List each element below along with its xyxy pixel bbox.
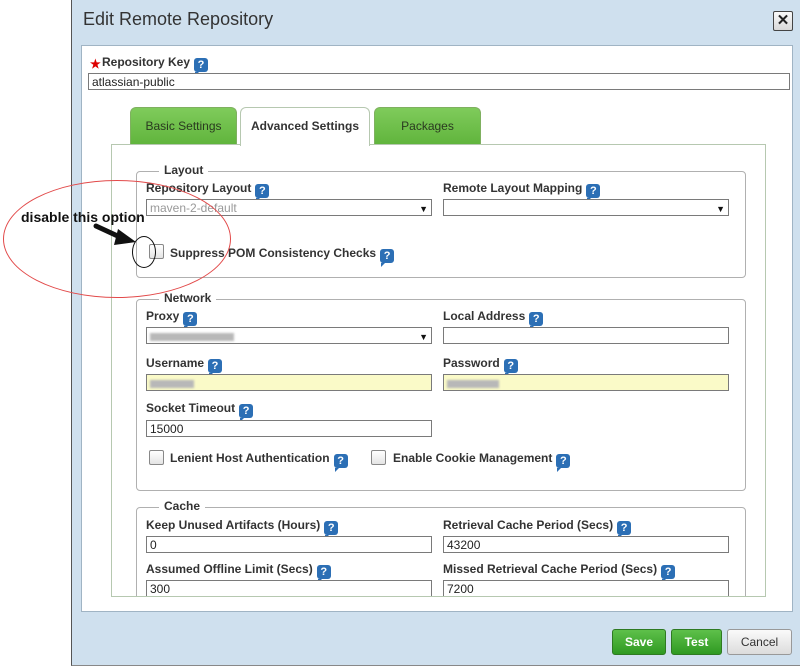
username-label: Username? [146, 356, 223, 377]
local-address-label-text: Local Address [443, 309, 526, 323]
lenient-host-auth-label: Lenient Host Authentication? [170, 451, 348, 472]
help-icon[interactable]: ? [529, 312, 544, 330]
help-icon[interactable]: ? [617, 521, 632, 539]
help-icon[interactable]: ? [239, 404, 254, 422]
local-address-label: Local Address? [443, 309, 544, 330]
required-icon: ★ [90, 57, 101, 71]
assumed-offline-input[interactable]: 300 [146, 580, 432, 596]
help-icon[interactable]: ? [324, 521, 339, 539]
socket-timeout-label: Socket Timeout? [146, 401, 254, 422]
help-icon[interactable]: ? [586, 184, 601, 202]
help-icon[interactable]: ? [556, 454, 571, 472]
chevron-down-icon: ▼ [419, 332, 428, 342]
password-label-text: Password [443, 356, 500, 370]
password-input[interactable] [443, 374, 729, 391]
network-fieldset: Network Proxy? ▼ Local Address? Username… [136, 291, 746, 491]
enable-cookie-label: Enable Cookie Management? [393, 451, 571, 472]
help-icon[interactable]: ? [333, 454, 348, 472]
lenient-host-auth-label-text: Lenient Host Authentication [170, 451, 330, 465]
retrieval-cache-label: Retrieval Cache Period (Secs)? [443, 518, 632, 539]
help-icon[interactable]: ? [183, 312, 198, 330]
network-legend: Network [159, 291, 217, 305]
socket-timeout-label-text: Socket Timeout [146, 401, 236, 415]
proxy-select[interactable]: ▼ [146, 327, 432, 344]
socket-timeout-input[interactable]: 15000 [146, 420, 432, 437]
repository-key-label-text: Repository Key [102, 55, 191, 69]
chevron-down-icon: ▼ [419, 204, 428, 214]
repository-key-label: Repository Key? [102, 55, 209, 76]
layout-legend: Layout [159, 163, 209, 177]
proxy-value-redacted [150, 332, 234, 341]
enable-cookie-label-text: Enable Cookie Management [393, 451, 553, 465]
dialog-title-bar: Edit Remote Repository ✕ [72, 0, 800, 40]
missed-retrieval-input[interactable]: 7200 [443, 580, 729, 596]
help-icon[interactable]: ? [380, 249, 395, 267]
proxy-label-text: Proxy [146, 309, 180, 323]
close-icon[interactable]: ✕ [773, 11, 793, 31]
annotation-circle [132, 236, 156, 268]
remote-layout-mapping-select[interactable]: ▼ [443, 199, 729, 216]
password-label: Password? [443, 356, 518, 377]
username-input[interactable] [146, 374, 432, 391]
help-icon[interactable]: ? [661, 565, 676, 583]
username-value-redacted [150, 379, 194, 388]
password-value-redacted [447, 379, 499, 388]
cancel-button[interactable]: Cancel [727, 629, 792, 655]
repository-key-input[interactable]: atlassian-public [88, 73, 790, 90]
username-label-text: Username [146, 356, 205, 370]
tab-advanced-settings[interactable]: Advanced Settings [240, 107, 370, 146]
local-address-input[interactable] [443, 327, 729, 344]
help-icon[interactable]: ? [194, 58, 209, 76]
proxy-label: Proxy? [146, 309, 198, 330]
chevron-down-icon: ▼ [716, 204, 725, 214]
help-icon[interactable]: ? [255, 184, 270, 202]
lenient-host-auth-checkbox[interactable] [149, 450, 164, 465]
retrieval-cache-label-text: Retrieval Cache Period (Secs) [443, 518, 614, 532]
cache-fieldset: Cache Keep Unused Artifacts (Hours)? 0 R… [136, 499, 746, 596]
test-button[interactable]: Test [671, 629, 722, 655]
help-icon[interactable]: ? [208, 359, 223, 377]
retrieval-cache-input[interactable]: 43200 [443, 536, 729, 553]
keep-unused-label: Keep Unused Artifacts (Hours)? [146, 518, 339, 539]
missed-retrieval-label-text: Missed Retrieval Cache Period (Secs) [443, 562, 658, 576]
remote-layout-mapping-label: Remote Layout Mapping? [443, 181, 601, 202]
keep-unused-label-text: Keep Unused Artifacts (Hours) [146, 518, 321, 532]
help-icon[interactable]: ? [503, 359, 518, 377]
missed-retrieval-label: Missed Retrieval Cache Period (Secs)? [443, 562, 676, 583]
cache-legend: Cache [159, 499, 206, 513]
assumed-offline-label-text: Assumed Offline Limit (Secs) [146, 562, 313, 576]
enable-cookie-checkbox[interactable] [371, 450, 386, 465]
dialog-content: ★ Repository Key? atlassian-public Basic… [81, 45, 793, 612]
tab-basic-settings[interactable]: Basic Settings [130, 107, 237, 145]
assumed-offline-label: Assumed Offline Limit (Secs)? [146, 562, 331, 583]
help-icon[interactable]: ? [316, 565, 331, 583]
save-button[interactable]: Save [612, 629, 666, 655]
edit-remote-repository-dialog: Edit Remote Repository ✕ ★ Repository Ke… [71, 0, 800, 666]
tab-packages[interactable]: Packages [374, 107, 481, 145]
dialog-title: Edit Remote Repository [83, 9, 274, 29]
remote-layout-mapping-label-text: Remote Layout Mapping [443, 181, 583, 195]
keep-unused-input[interactable]: 0 [146, 536, 432, 553]
